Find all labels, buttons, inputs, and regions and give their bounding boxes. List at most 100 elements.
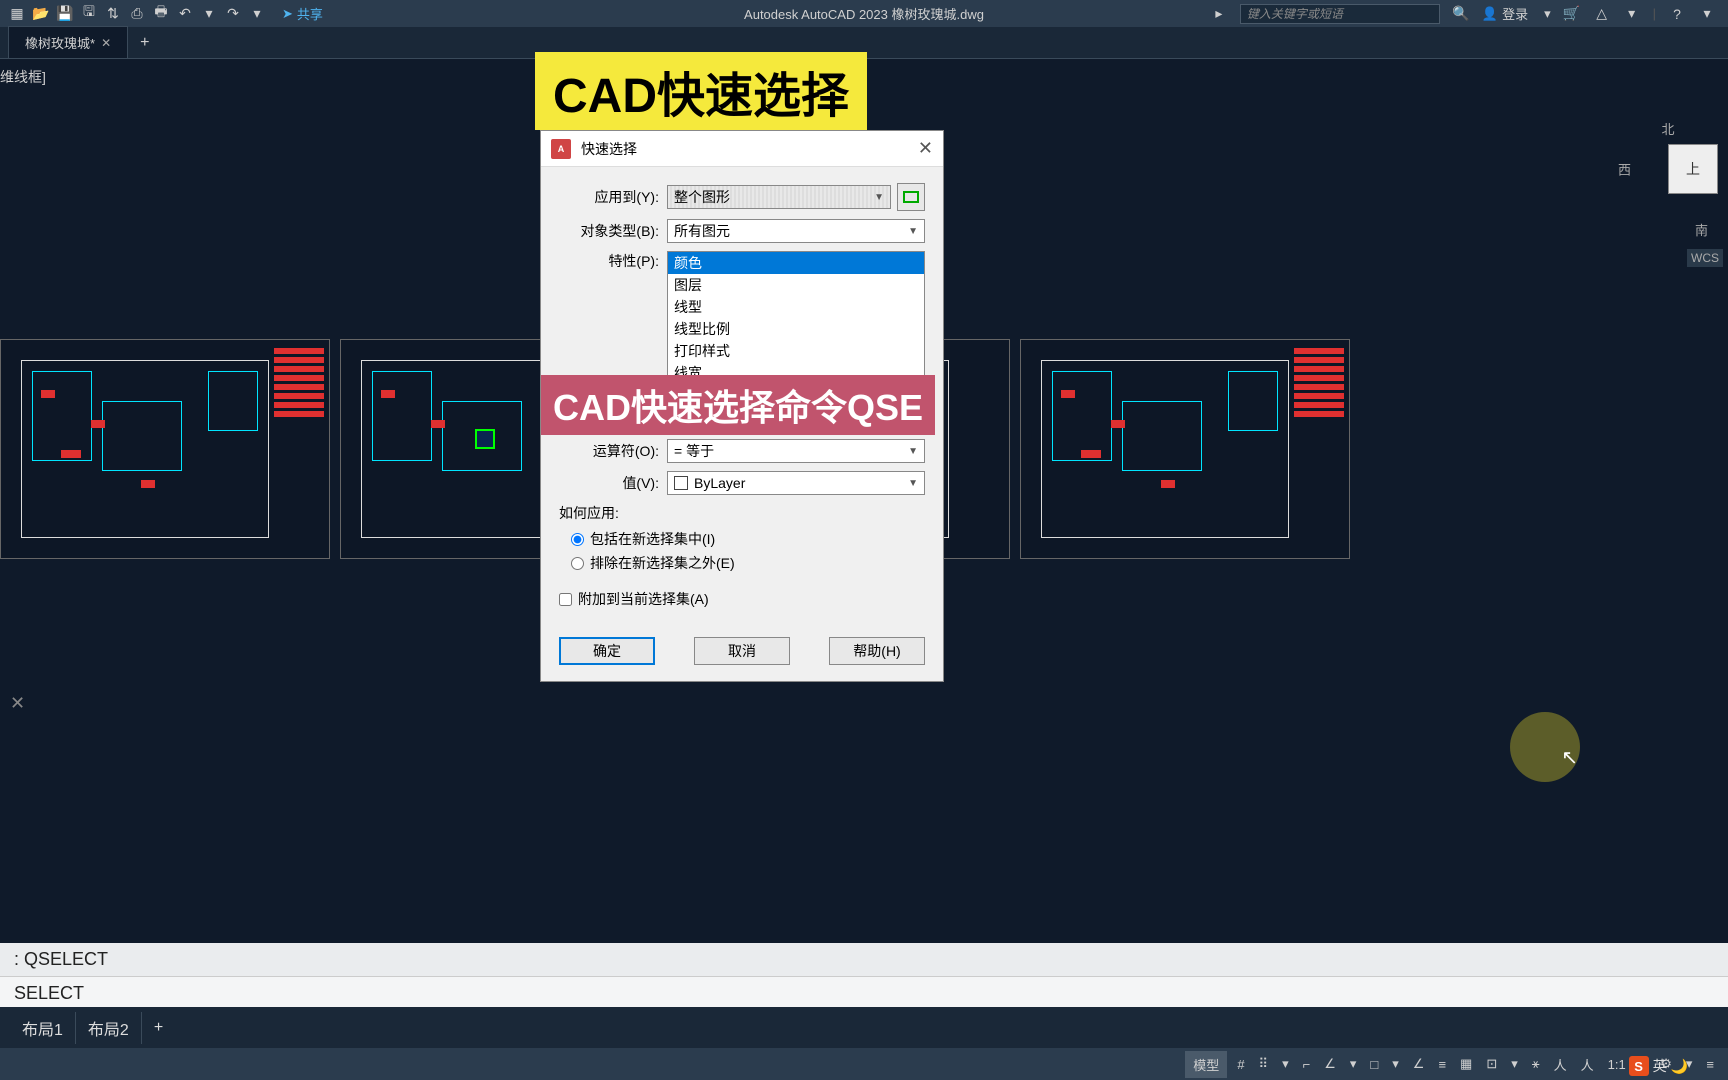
tab-active[interactable]: 橡树玫瑰城* ✕ [8, 26, 128, 58]
autocad-logo-icon: A [551, 139, 571, 159]
command-history: : QSELECT [0, 943, 1728, 976]
redo-icon[interactable]: ↷ [224, 4, 242, 22]
print-icon[interactable]: 🖶 [152, 4, 170, 22]
viewcube-south[interactable]: 南 [1695, 220, 1708, 239]
drop-icon[interactable]: ▾ [1507, 1054, 1522, 1074]
app-icon[interactable]: △ [1593, 5, 1611, 23]
visual-style-label[interactable]: 维线框] [0, 67, 46, 87]
dialog-title: 快速选择 [581, 139, 637, 159]
saveas-icon[interactable]: 🖫 [80, 4, 98, 22]
web-icon[interactable]: ⇅ [104, 4, 122, 22]
drop-icon[interactable]: ▾ [1278, 1054, 1293, 1074]
pick-objects-button[interactable] [897, 183, 925, 211]
search-icon[interactable]: 🔍 [1452, 5, 1470, 23]
model-button[interactable]: 模型 [1185, 1051, 1227, 1078]
ime-lang[interactable]: 英 [1653, 1056, 1667, 1076]
arrow-right-icon[interactable]: ▸ [1210, 5, 1228, 23]
lineweight-icon[interactable]: ≡ [1434, 1055, 1450, 1074]
menu-icon[interactable]: ≡ [1702, 1055, 1718, 1074]
color-swatch-icon [674, 476, 688, 490]
command-line[interactable]: : QSELECT SELECT [0, 943, 1728, 1007]
cancel-button[interactable]: 取消 [694, 637, 790, 665]
dialog-titlebar[interactable]: A 快速选择 ✕ [541, 131, 943, 167]
ortho-icon[interactable]: ⌐ [1299, 1055, 1315, 1074]
open-icon[interactable]: 📂 [32, 4, 50, 22]
layout-tab[interactable]: 布局2 [76, 1012, 142, 1044]
list-item[interactable]: 线型比例 [668, 318, 924, 340]
undo-drop-icon[interactable]: ▾ [200, 4, 218, 22]
layout-tab[interactable]: 布局1 [10, 1012, 76, 1044]
close-mark[interactable]: ✕ [10, 693, 25, 714]
tab-label: 橡树玫瑰城* [25, 33, 95, 52]
anno-vis-icon[interactable]: 人 [1577, 1053, 1598, 1076]
value-select[interactable]: ByLayer ▼ [667, 471, 925, 495]
chevron-down-icon: ▼ [908, 478, 918, 489]
cycling-icon[interactable]: ⊡ [1482, 1054, 1501, 1074]
operator-value: = 等于 [674, 441, 714, 461]
list-item[interactable]: 颜色 [668, 252, 924, 274]
undo-icon[interactable]: ↶ [176, 4, 194, 22]
radio-input[interactable] [571, 557, 584, 570]
scale-label[interactable]: 1:1 [1604, 1055, 1630, 1074]
chevron-down-icon: ▼ [908, 226, 918, 237]
property-label: 特性(P): [559, 251, 667, 271]
cursor-icon: ↖ [1561, 745, 1578, 770]
share-label: 共享 [297, 4, 323, 23]
transparency-icon[interactable]: ▦ [1456, 1054, 1476, 1074]
app-drop-icon[interactable]: ▾ [1623, 5, 1641, 23]
snap-icon[interactable]: ⠿ [1255, 1054, 1273, 1074]
new-tab-button[interactable]: + [128, 28, 161, 58]
apply-to-label: 应用到(Y): [559, 187, 667, 207]
share-button[interactable]: ➤ 共享 [282, 4, 323, 23]
viewcube-north[interactable]: 北 [1661, 119, 1674, 138]
close-icon[interactable]: ✕ [101, 36, 111, 50]
plot-icon[interactable]: ⎙ [128, 4, 146, 22]
ok-button[interactable]: 确定 [559, 637, 655, 665]
dialog-buttons: 确定 取消 帮助(H) [541, 625, 943, 681]
list-item[interactable]: 图层 [668, 274, 924, 296]
operator-select[interactable]: = 等于 ▼ [667, 439, 925, 463]
list-item[interactable]: 打印样式 [668, 340, 924, 362]
checkbox-input[interactable] [559, 593, 572, 606]
sogou-icon[interactable]: S [1629, 1056, 1649, 1076]
viewcube-west[interactable]: 西 [1618, 160, 1631, 179]
annotation-icon[interactable]: ⚹ [1528, 1054, 1544, 1074]
search-input[interactable]: 键入关键字或短语 [1240, 4, 1440, 24]
list-item[interactable]: 线型 [668, 296, 924, 318]
object-type-select[interactable]: 所有图元 ▼ [667, 219, 925, 243]
wcs-label[interactable]: WCS [1687, 249, 1723, 267]
append-checkbox[interactable]: 附加到当前选择集(A) [559, 589, 925, 609]
redo-drop-icon[interactable]: ▾ [248, 4, 266, 22]
viewcube-top[interactable]: 上 [1668, 144, 1718, 194]
selection-window [475, 429, 495, 449]
grid-icon[interactable]: # [1233, 1055, 1248, 1074]
moon-icon[interactable]: 🌙 [1671, 1058, 1688, 1075]
floorplan [1020, 339, 1350, 559]
anno-scale-icon[interactable]: 人 [1550, 1053, 1571, 1076]
layout-tabs-bar: 布局1 布局2 + [0, 1007, 1728, 1048]
help-button[interactable]: 帮助(H) [829, 637, 925, 665]
login-label: 登录 [1502, 4, 1528, 23]
ime-indicator[interactable]: S 英 🌙 [1629, 1056, 1688, 1076]
polar-icon[interactable]: ∠ [1320, 1054, 1340, 1074]
close-icon[interactable]: ✕ [918, 138, 933, 159]
otrack-icon[interactable]: ∠ [1409, 1054, 1429, 1074]
help-drop-icon[interactable]: ▾ [1698, 5, 1716, 23]
apply-to-select[interactable]: 整个图形 ▼ [667, 185, 891, 209]
radio-input[interactable] [571, 533, 584, 546]
command-input[interactable]: SELECT [0, 976, 1728, 1010]
cart-icon[interactable]: 🛒 [1563, 5, 1581, 23]
include-radio[interactable]: 包括在新选择集中(I) [559, 529, 925, 549]
add-layout-button[interactable]: + [142, 1015, 175, 1041]
share-icon: ➤ [282, 6, 293, 22]
osnap-icon[interactable]: □ [1366, 1055, 1382, 1074]
help-icon[interactable]: ? [1668, 5, 1686, 23]
exclude-radio[interactable]: 排除在新选择集之外(E) [559, 553, 925, 573]
login-button[interactable]: 👤 登录 ▾ [1482, 4, 1551, 23]
save-icon[interactable]: 💾 [56, 4, 74, 22]
new-icon[interactable]: ▦ [8, 4, 26, 22]
drop-icon[interactable]: ▾ [1388, 1054, 1403, 1074]
tutorial-subtitle-banner: CAD快速选择命令QSE [541, 375, 935, 435]
viewcube[interactable]: 北 西 上 南 [1618, 119, 1718, 219]
drop-icon[interactable]: ▾ [1346, 1054, 1361, 1074]
